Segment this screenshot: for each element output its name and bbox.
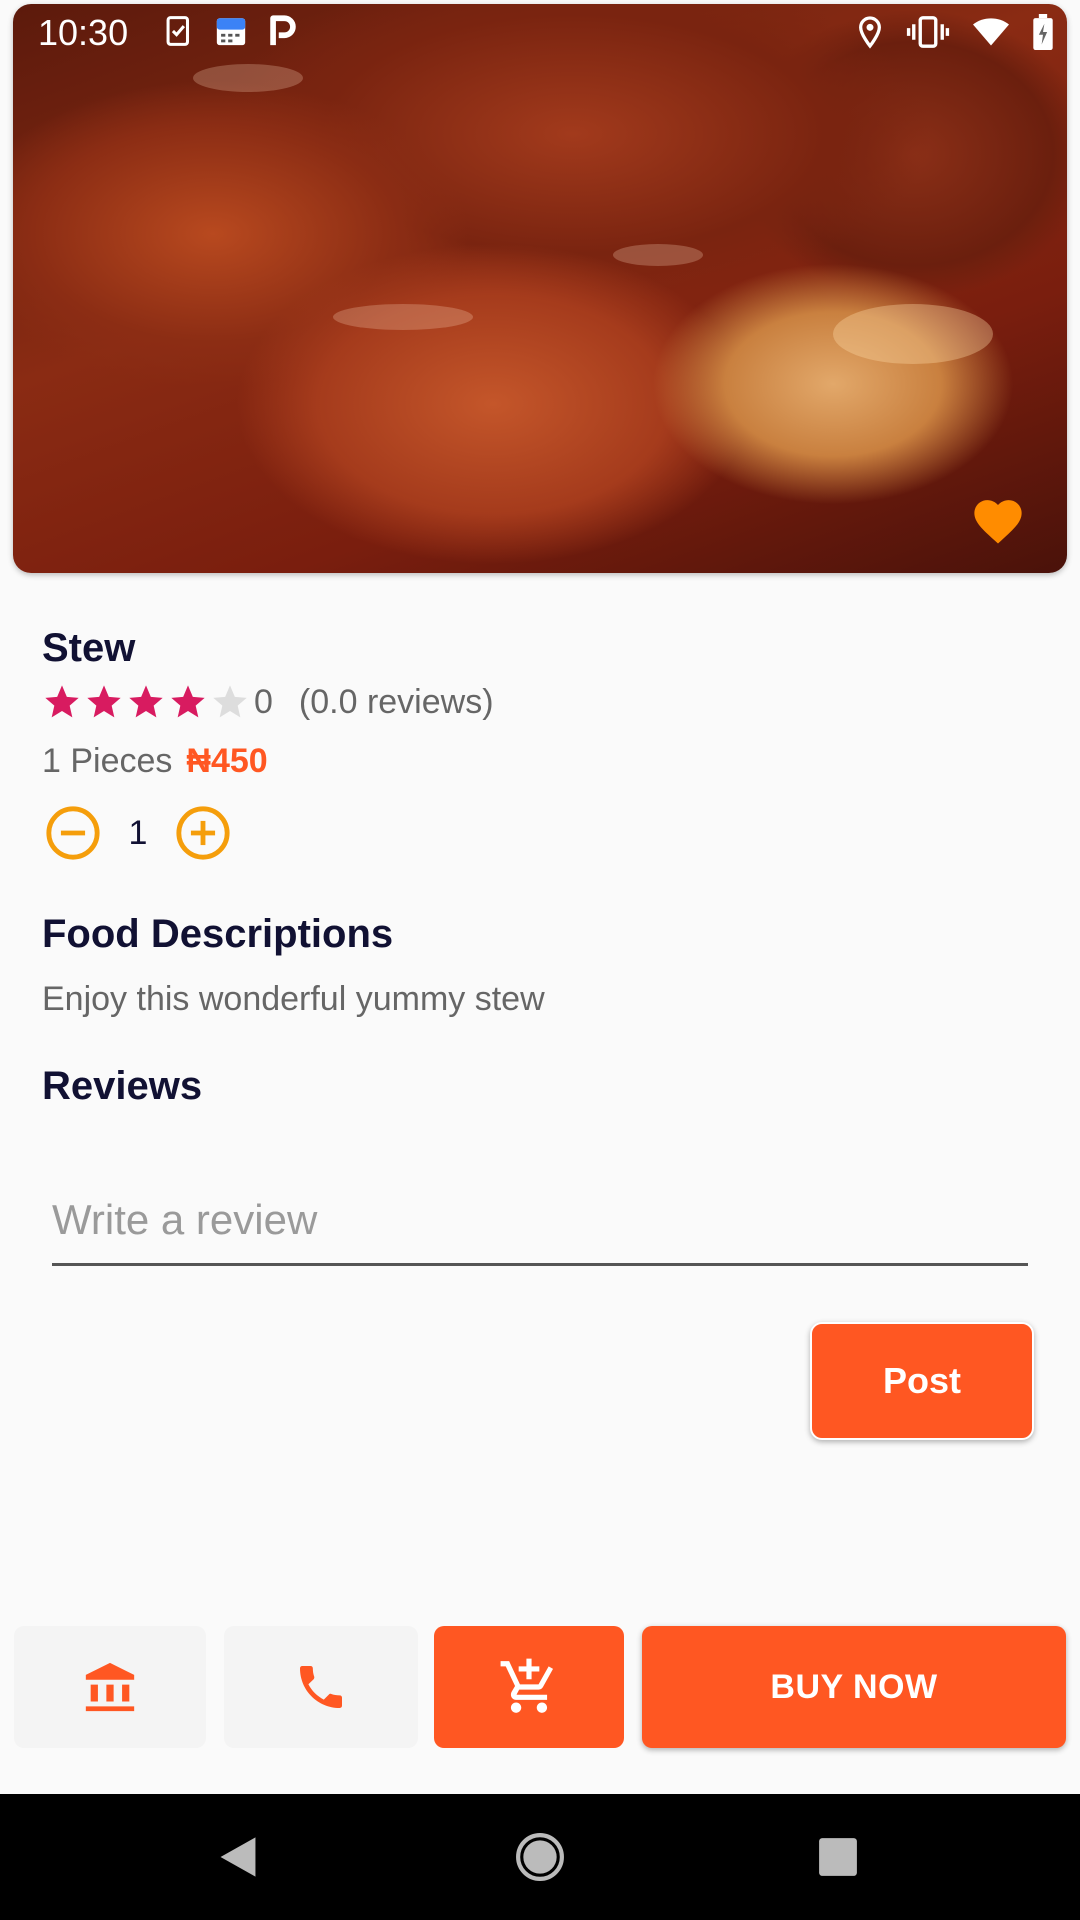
back-triangle-icon xyxy=(220,1837,256,1877)
star-rating xyxy=(42,682,250,722)
product-detail-screen: 10:30 Stew 0 (0.0 reviews) 1 Pieces ₦450… xyxy=(0,0,1080,1920)
quantity-stepper: 1 xyxy=(44,804,232,862)
add-to-cart-icon xyxy=(500,1658,554,1713)
p-app-icon xyxy=(270,15,296,46)
star-empty-icon xyxy=(213,685,247,718)
description-heading: Food Descriptions xyxy=(42,912,394,956)
rating-value: 0 xyxy=(254,682,273,721)
nav-recents-button[interactable] xyxy=(778,1794,898,1920)
vibrate-icon xyxy=(906,16,950,48)
pieces-label: 1 Pieces xyxy=(42,742,173,780)
star-filled-icon xyxy=(45,685,79,718)
product-title: Stew xyxy=(42,626,136,670)
description-text: Enjoy this wonderful yummy stew xyxy=(42,980,545,1018)
review-input[interactable] xyxy=(52,1185,1028,1266)
rating-row: 0 (0.0 reviews) xyxy=(42,680,494,724)
recents-square-icon xyxy=(819,1838,857,1876)
add-to-cart-button[interactable] xyxy=(434,1626,624,1748)
post-review-button[interactable]: Post xyxy=(810,1322,1034,1440)
bank-transfer-button[interactable] xyxy=(14,1626,206,1748)
phone-icon xyxy=(300,1666,342,1708)
status-time: 10:30 xyxy=(38,12,129,53)
calendar-app-icon xyxy=(216,18,246,46)
increase-quantity-icon[interactable] xyxy=(174,804,232,862)
bottom-action-bar: BUY NOW xyxy=(0,1626,1080,1750)
reviews-count: (0.0 reviews) xyxy=(298,682,494,721)
status-bar: 10:30 xyxy=(0,0,1080,64)
home-circle-icon xyxy=(516,1833,564,1881)
quantity-value: 1 xyxy=(128,813,148,852)
price-row: 1 Pieces ₦450 xyxy=(42,742,268,781)
battery-icon xyxy=(1033,14,1053,50)
star-filled-icon xyxy=(87,685,121,718)
decrease-quantity-icon[interactable] xyxy=(44,804,102,862)
price-label: ₦450 xyxy=(186,742,268,780)
call-button[interactable] xyxy=(224,1626,418,1748)
buy-now-button[interactable]: BUY NOW xyxy=(642,1626,1066,1748)
food-image xyxy=(13,4,1067,573)
task-check-icon xyxy=(166,16,190,46)
nav-back-button[interactable] xyxy=(178,1794,298,1920)
bank-icon xyxy=(85,1662,135,1712)
location-icon xyxy=(859,16,881,49)
wifi-icon xyxy=(973,18,1009,46)
nav-home-button[interactable] xyxy=(480,1794,600,1920)
star-filled-icon xyxy=(171,685,205,718)
reviews-heading: Reviews xyxy=(42,1064,203,1108)
favorite-heart-icon[interactable] xyxy=(969,493,1027,545)
system-navigation-bar xyxy=(0,1794,1080,1920)
star-filled-icon xyxy=(129,685,163,718)
